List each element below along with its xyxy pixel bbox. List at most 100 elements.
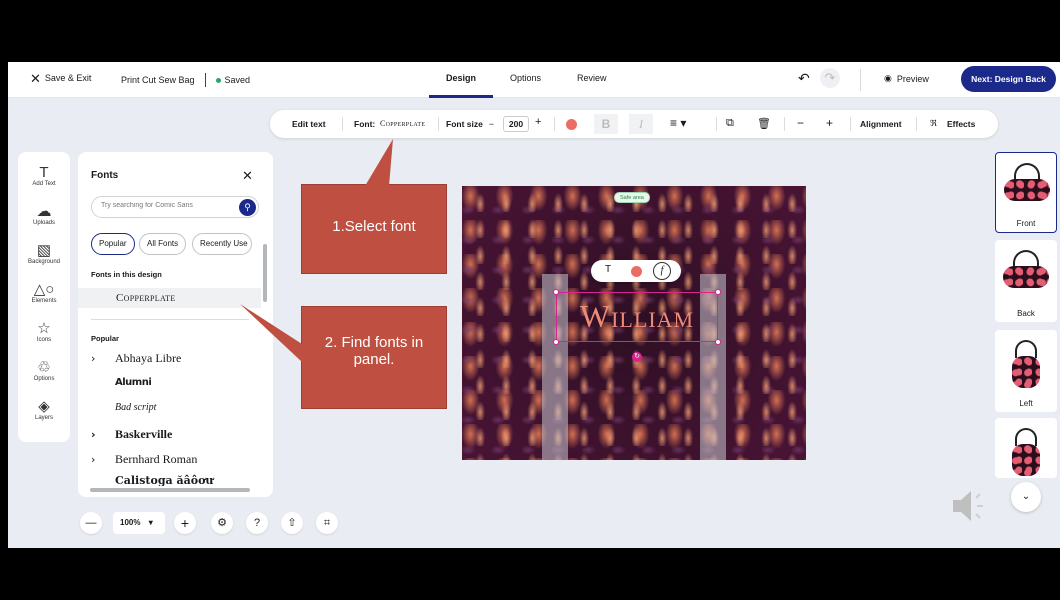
- uploads-tool[interactable]: ☁ Uploads: [18, 203, 70, 226]
- text-color-swatch[interactable]: [566, 119, 577, 130]
- alignment-button[interactable]: Alignment: [860, 119, 902, 129]
- resize-handle[interactable]: [715, 289, 721, 295]
- font-item[interactable]: › Baskerville: [91, 427, 251, 442]
- text-selection-box[interactable]: William: [553, 289, 721, 345]
- effects-icon[interactable]: ℜ: [930, 118, 937, 129]
- chip-popular[interactable]: Popular: [91, 233, 135, 255]
- design-editor: ✕ Save & Exit Print Cut Sew Bag Saved De…: [8, 62, 1060, 548]
- elements-tool[interactable]: △○ Elements: [18, 281, 70, 304]
- zoom-out-button[interactable]: —: [80, 512, 102, 534]
- share-icon[interactable]: ⇧: [281, 512, 303, 534]
- speaker-icon[interactable]: [949, 486, 989, 526]
- callout-find-fonts: 2. Find fonts in panel.: [301, 306, 447, 409]
- save-exit-button[interactable]: ✕ Save & Exit: [30, 72, 91, 85]
- pointer-arrow-step1: [365, 139, 393, 186]
- resize-handle[interactable]: [553, 289, 559, 295]
- italic-button[interactable]: I: [629, 114, 653, 134]
- edit-text-button[interactable]: Edit text: [292, 119, 326, 129]
- settings-icon[interactable]: ⚙: [211, 512, 233, 534]
- tab-design[interactable]: Design: [446, 73, 476, 83]
- design-text[interactable]: William: [557, 299, 717, 333]
- panel-scrollbar[interactable]: [263, 230, 268, 485]
- tab-review[interactable]: Review: [577, 73, 607, 83]
- resize-handle[interactable]: [553, 339, 559, 345]
- text-toolbar: Edit text Font: Copperplate Font size − …: [270, 110, 998, 138]
- font-size-increase-button[interactable]: +: [535, 116, 541, 128]
- tool-rail: T Add Text ☁ Uploads ▧ Background △○ Ele…: [18, 152, 70, 442]
- font-icon[interactable]: T: [605, 264, 611, 275]
- undo-icon[interactable]: ↶: [798, 70, 810, 87]
- text-icon: T: [39, 164, 49, 181]
- add-text-tool[interactable]: T Add Text: [18, 164, 70, 187]
- layers-tool[interactable]: ◈ Layers: [18, 398, 70, 421]
- view-thumb-right[interactable]: [995, 418, 1057, 478]
- font-size-decrease-button[interactable]: −: [489, 119, 494, 129]
- chevron-down-icon[interactable]: ⌄: [1011, 482, 1041, 512]
- callout-select-font: 1.Select font: [301, 184, 447, 274]
- font-item[interactable]: › Bernhard Roman: [91, 452, 251, 467]
- zoom-select[interactable]: 100% ▾: [113, 512, 165, 534]
- effects-button[interactable]: Effects: [947, 119, 975, 129]
- help-icon[interactable]: ?: [246, 512, 268, 534]
- font-name: Abhaya Libre: [115, 351, 182, 365]
- zoom-in-button[interactable]: +: [174, 512, 196, 534]
- preview-label: Preview: [896, 73, 929, 84]
- bag-image: [1004, 179, 1050, 201]
- panel-title: Fonts: [91, 170, 119, 181]
- section-label: Fonts in this design: [91, 270, 162, 279]
- safe-area-badge: Safe area: [614, 192, 650, 203]
- chip-recently-used[interactable]: Recently Use: [192, 233, 252, 255]
- close-icon[interactable]: ✕: [242, 168, 253, 184]
- font-item[interactable]: Alumni: [91, 377, 251, 388]
- background-tool[interactable]: ▧ Background: [18, 242, 70, 265]
- view-thumb-back[interactable]: Back: [995, 240, 1057, 322]
- scroll-thumb[interactable]: [263, 244, 267, 302]
- chevron-right-icon: ›: [91, 453, 96, 466]
- divider: [850, 117, 851, 131]
- view-thumb-front[interactable]: Front: [995, 152, 1057, 233]
- font-item[interactable]: Bad script: [91, 402, 251, 413]
- divider: [916, 117, 917, 131]
- design-canvas[interactable]: Safe area T f William ↻: [462, 186, 806, 460]
- tool-label: Elements: [31, 298, 57, 304]
- layer-forward-button[interactable]: +: [826, 116, 833, 130]
- bag-image: [1003, 266, 1049, 288]
- resize-handle[interactable]: [715, 339, 721, 345]
- text-align-icon[interactable]: ≡ ▾: [670, 116, 686, 130]
- text-quick-toolbar: T f: [591, 260, 681, 282]
- next-design-back-button[interactable]: Next: Design Back: [961, 66, 1056, 92]
- preview-button[interactable]: ◉ Preview: [884, 73, 929, 84]
- options-tool[interactable]: ♲ Options: [18, 359, 70, 382]
- chip-all-fonts[interactable]: All Fonts: [139, 233, 187, 255]
- trash-icon[interactable]: 🗑: [757, 117, 771, 130]
- font-search-input[interactable]: [101, 202, 236, 209]
- crop-icon[interactable]: ⌗: [316, 512, 338, 534]
- chevron-right-icon: ›: [91, 428, 96, 441]
- view-thumb-left[interactable]: Left: [995, 330, 1057, 412]
- font-dropdown[interactable]: Copperplate: [380, 119, 425, 128]
- horizontal-scrollbar[interactable]: [90, 488, 250, 492]
- bold-button[interactable]: B: [594, 114, 618, 134]
- shapes-icon: △○: [33, 281, 55, 298]
- rotate-handle-icon[interactable]: ↻: [632, 352, 642, 362]
- layer-backward-button[interactable]: −: [797, 116, 804, 130]
- layers-icon: ◈: [38, 398, 50, 415]
- tab-options[interactable]: Options: [510, 73, 541, 83]
- font-size-label: Font size: [446, 119, 483, 129]
- active-tab-indicator: [429, 95, 493, 98]
- tool-label: Background: [27, 259, 61, 265]
- icons-tool[interactable]: ☆ Icons: [18, 320, 70, 343]
- font-name: Bernhard Roman: [115, 452, 198, 466]
- font-item[interactable]: › Abhaya Libre: [91, 351, 251, 366]
- color-swatch[interactable]: [631, 266, 642, 277]
- redo-icon[interactable]: ↷: [820, 68, 840, 88]
- search-icon[interactable]: ⚲: [239, 199, 256, 216]
- divider: [204, 73, 206, 87]
- tool-label: Add Text: [32, 181, 56, 187]
- font-size-input[interactable]: 200: [503, 116, 529, 132]
- tool-label: Icons: [36, 337, 52, 343]
- duplicate-icon[interactable]: ⧉: [726, 117, 734, 130]
- font-item[interactable]: Calistoga ăâôơư: [91, 474, 251, 486]
- divider: [860, 69, 861, 91]
- effects-icon[interactable]: f: [653, 262, 671, 280]
